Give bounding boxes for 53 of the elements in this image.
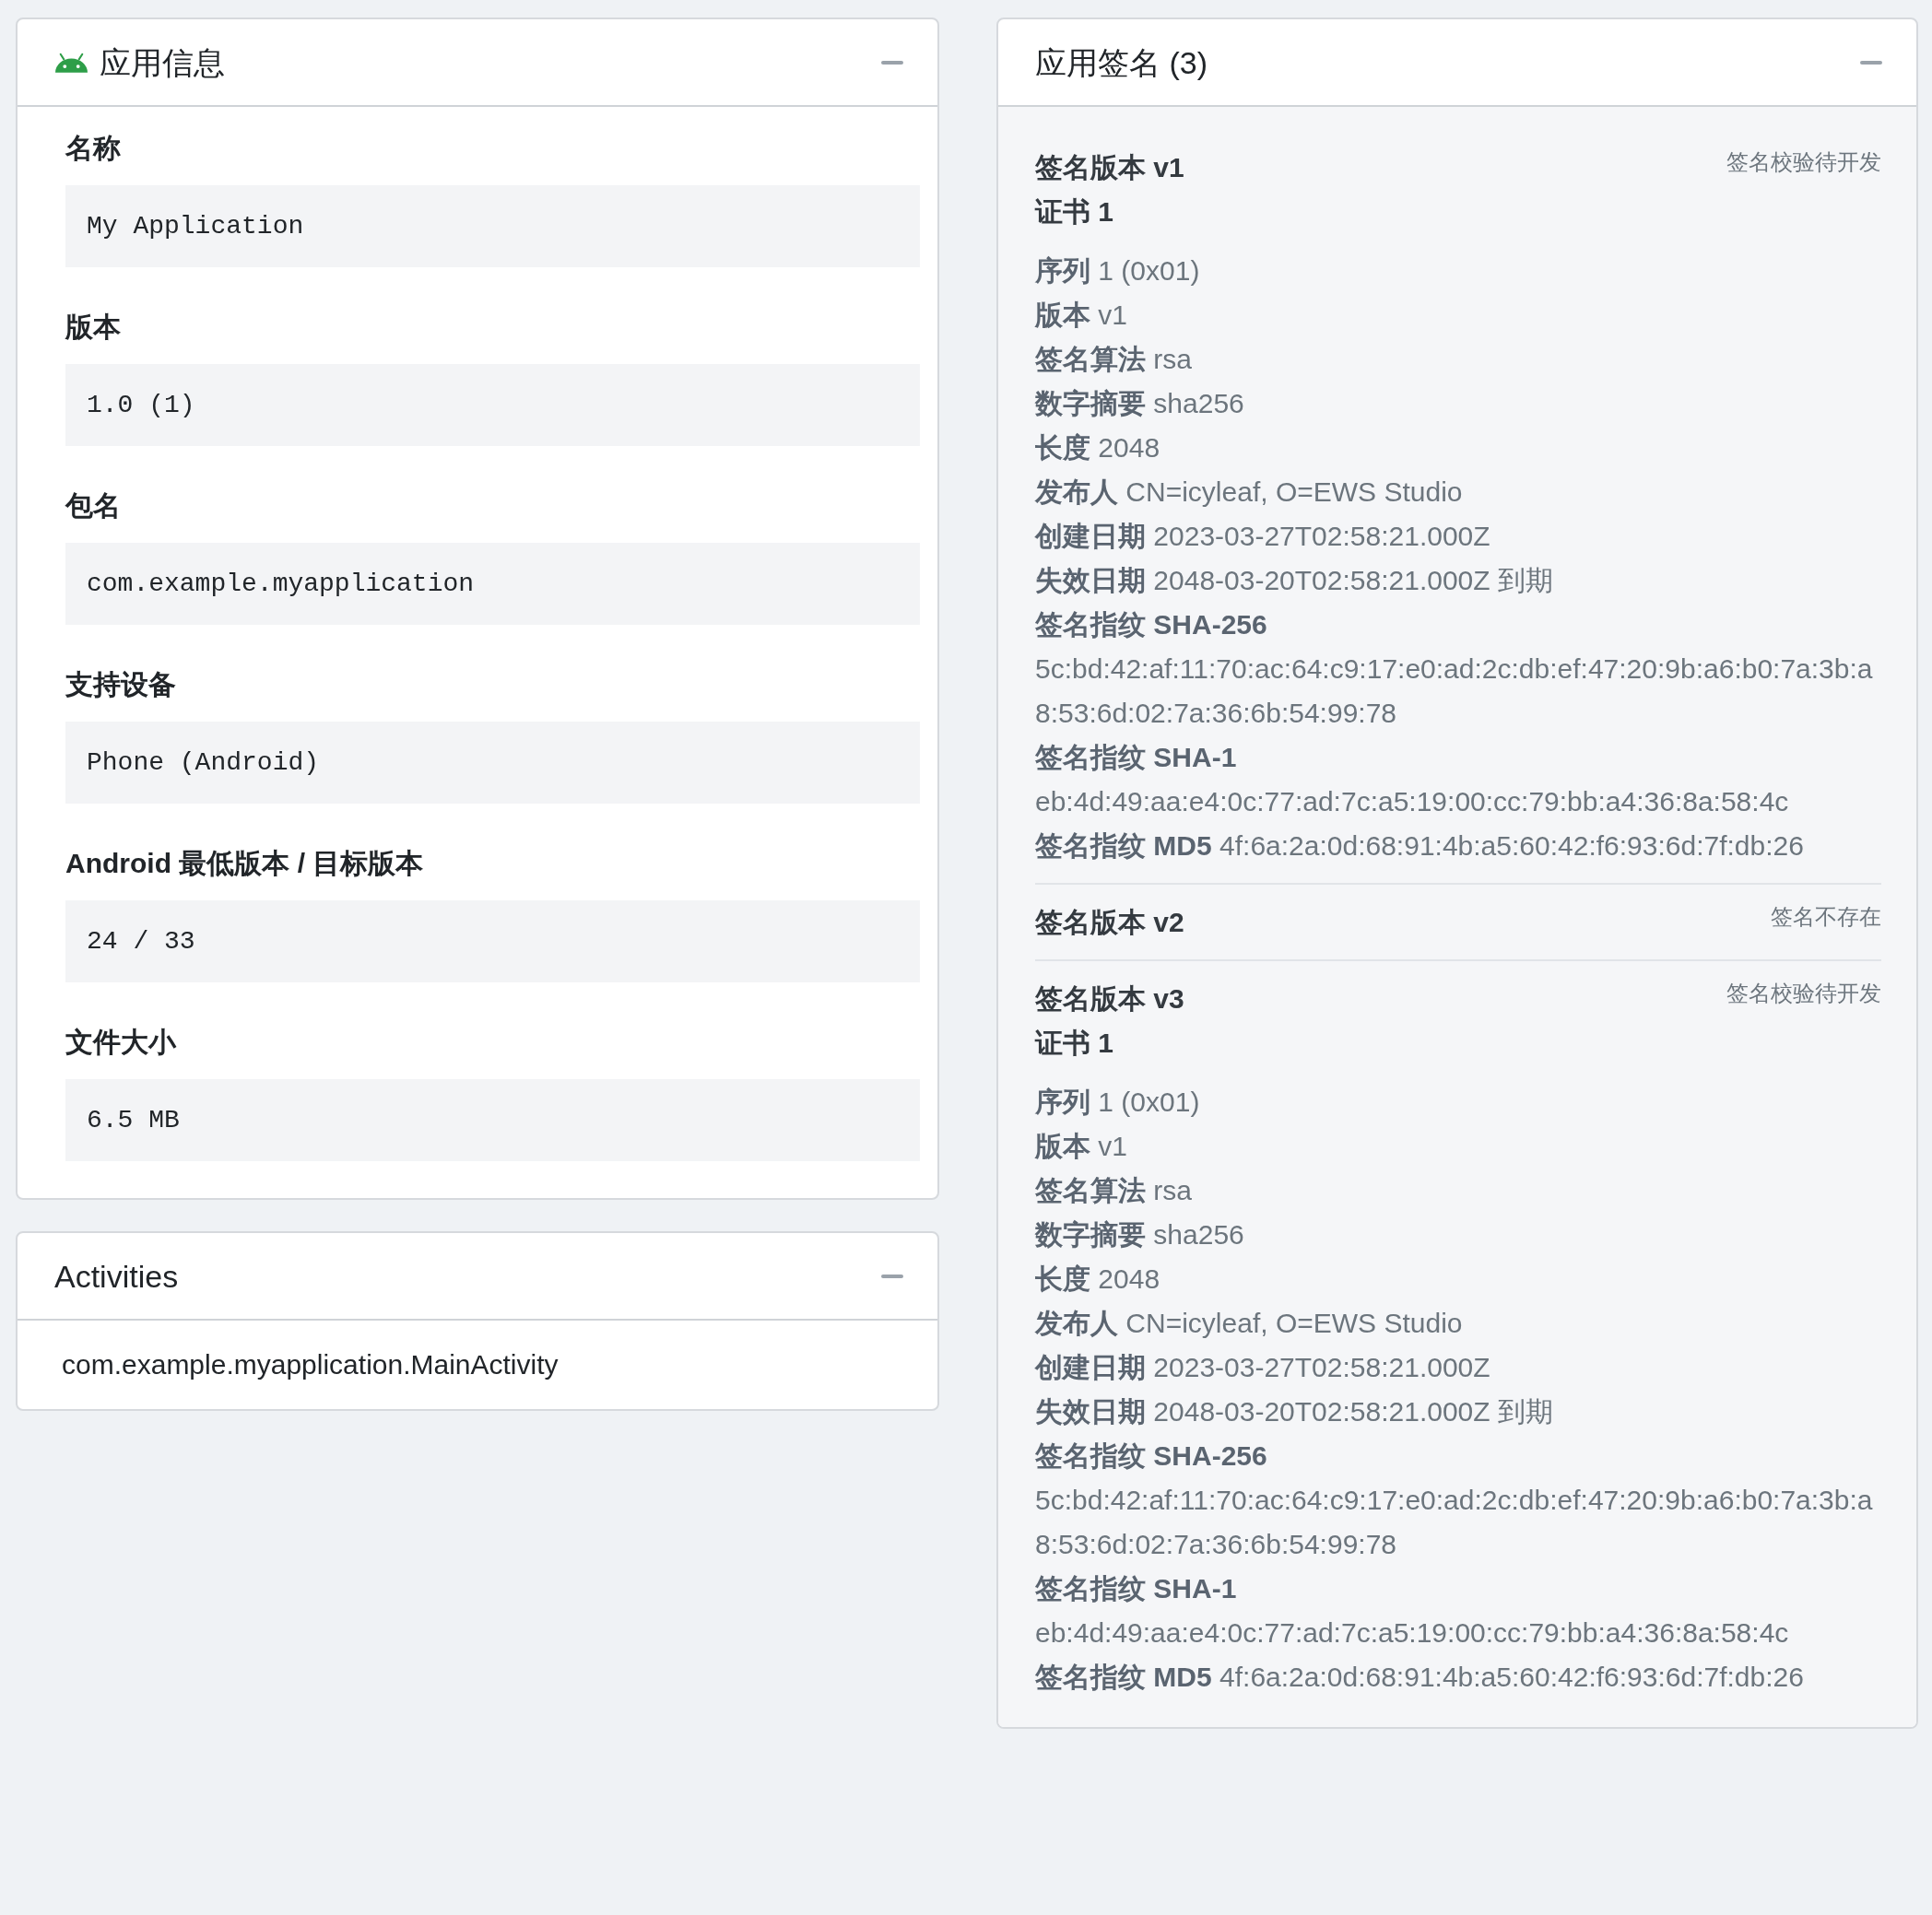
minus-icon: [881, 1274, 903, 1278]
detail-line: 长度 2048: [1035, 1263, 1160, 1296]
detail-line: 签名指纹 SHA-256 5c:bd:42:af:11:70:ac:64:c9:17:e0:ad:2c:db:ef:47:20:9b:a6:b0:7a:3b:a8:53:6d:02:7a:36:6b:54:99:78: [1035, 1439, 1874, 1561]
detail-line: 长度 2048: [1035, 431, 1160, 464]
minus-icon: [1860, 60, 1882, 65]
robot-icon: [54, 52, 88, 73]
field-label: 支持设备: [65, 668, 176, 701]
field-label: Android 最低版本 / 目标版本: [65, 847, 424, 880]
status-text: 签名不存在: [1771, 903, 1881, 931]
detail-line: 数字摘要 sha256: [1035, 1218, 1244, 1251]
card-title: 应用签名 (3): [1035, 43, 1208, 82]
detail-line: 签名指纹 SHA-1 eb:4d:49:aa:e4:0c:77:ad:7c:a5:19:00:cc:79:bb:a4:36:8a:58:4c: [1035, 1572, 1790, 1650]
detail-line: 签名指纹 SHA-1 eb:4d:49:aa:e4:0c:77:ad:7c:a5:19:00:cc:79:bb:a4:36:8a:58:4c: [1035, 741, 1790, 818]
detail-line: 失效日期 2048-03-20T02:58:21.000Z 到期: [1035, 564, 1553, 597]
value-block: 1.0 (1): [65, 364, 920, 446]
detail-line: 签名指纹 SHA-256 5c:bd:42:af:11:70:ac:64:c9:17:e0:ad:2c:db:ef:47:20:9b:a6:b0:7a:3b:a8:53:6d:02:7a:36:6b:54:99:78: [1035, 608, 1874, 730]
version-title: 签名版本 v2: [1035, 906, 1184, 939]
field-label: 包名: [65, 489, 121, 523]
detail-line: 创建日期 2023-03-27T02:58:21.000Z: [1035, 1351, 1490, 1384]
value-block: My Application: [65, 185, 920, 267]
activity-name: com.example.myapplication.MainActivity: [62, 1348, 559, 1381]
detail-line: 签名算法 rsa: [1035, 343, 1192, 376]
value-block: Phone (Android): [65, 722, 920, 804]
certificate-title: 证书 1: [1035, 1027, 1114, 1060]
detail-line: 数字摘要 sha256: [1035, 387, 1244, 420]
detail-line: 签名指纹 MD5 4f:6a:2a:0d:68:91:4b:a5:60:42:f6:93:6d:7f:db:26: [1035, 829, 1804, 863]
certificate-title: 证书 1: [1035, 195, 1114, 229]
detail-line: 版本 v1: [1035, 1130, 1128, 1163]
card-title: Activities: [54, 1257, 179, 1296]
field-label: 版本: [65, 311, 121, 344]
value-block: 6.5 MB: [65, 1079, 920, 1161]
collapse-button[interactable]: [1860, 60, 1882, 65]
detail-line: 失效日期 2048-03-20T02:58:21.000Z 到期: [1035, 1395, 1553, 1428]
minus-icon: [881, 60, 903, 65]
detail-line: 创建日期 2023-03-27T02:58:21.000Z: [1035, 520, 1490, 553]
collapse-button[interactable]: [881, 60, 903, 65]
card-title: 应用信息: [100, 43, 225, 82]
value-block: 24 / 33: [65, 900, 920, 982]
detail-line: 发布人 CN=icyleaf, O=EWS Studio: [1035, 476, 1463, 509]
version-title: 签名版本 v1: [1035, 151, 1184, 184]
detail-line: 序列 1 (0x01): [1035, 254, 1200, 288]
field-label: 名称: [65, 132, 121, 165]
detail-line: 序列 1 (0x01): [1035, 1086, 1200, 1119]
version-title: 签名版本 v3: [1035, 982, 1184, 1016]
detail-line: 发布人 CN=icyleaf, O=EWS Studio: [1035, 1307, 1463, 1340]
status-text: 签名校验待开发: [1726, 148, 1881, 176]
detail-line: 签名指纹 MD5 4f:6a:2a:0d:68:91:4b:a5:60:42:f6:93:6d:7f:db:26: [1035, 1661, 1804, 1694]
detail-line: 签名算法 rsa: [1035, 1174, 1192, 1207]
collapse-button[interactable]: [881, 1274, 903, 1278]
status-text: 签名校验待开发: [1726, 980, 1881, 1007]
value-block: com.example.myapplication: [65, 543, 920, 625]
field-label: 文件大小: [65, 1026, 176, 1059]
detail-line: 版本 v1: [1035, 299, 1128, 332]
